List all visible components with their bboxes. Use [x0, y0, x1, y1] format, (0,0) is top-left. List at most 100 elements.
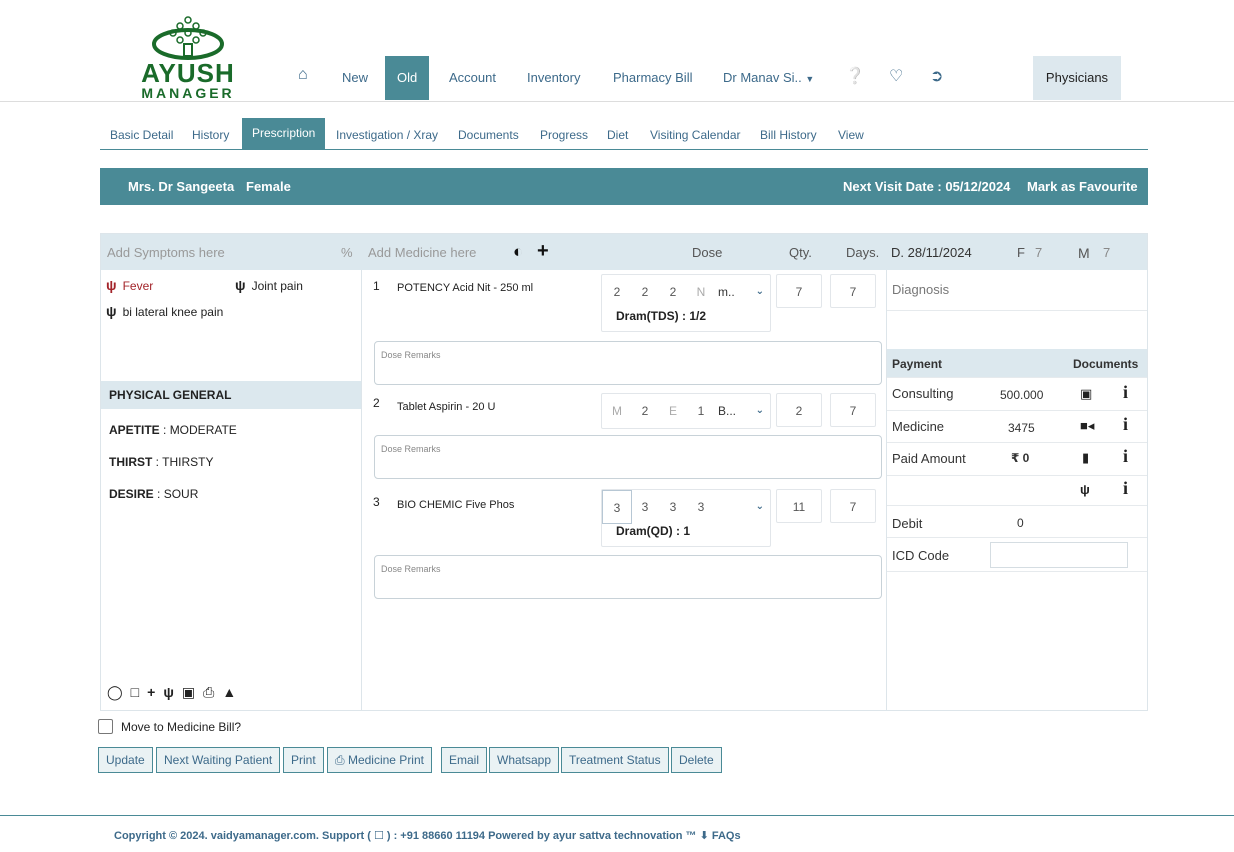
- mark-favourite-link[interactable]: Mark as Favourite: [1027, 179, 1138, 194]
- logo-subtitle: MANAGER: [141, 85, 235, 101]
- move-to-bill-checkbox[interactable]: [98, 719, 113, 734]
- tab-investigation[interactable]: Investigation / Xray: [336, 121, 438, 149]
- nav-new[interactable]: New: [342, 56, 368, 100]
- symptom-knee-pain[interactable]: ψ bi lateral knee pain: [106, 303, 223, 319]
- dose-remarks-input[interactable]: Dose Remarks: [374, 341, 882, 385]
- info-icon[interactable]: i: [1123, 414, 1128, 435]
- days-input[interactable]: 7: [830, 393, 876, 427]
- fork-knife-icon[interactable]: ψ: [1080, 482, 1090, 497]
- qty-input[interactable]: 11: [776, 489, 822, 523]
- dose-evening[interactable]: 3: [662, 490, 684, 524]
- comment-icon[interactable]: ◯: [107, 684, 123, 700]
- tab-bill-history[interactable]: Bill History: [760, 121, 817, 149]
- email-button[interactable]: Email: [441, 747, 488, 773]
- visit-date: D. 28/11/2024: [891, 245, 972, 260]
- consulting-value[interactable]: 500.000: [1000, 388, 1047, 402]
- physical-general-header: PHYSICAL GENERAL: [101, 381, 361, 409]
- delete-button[interactable]: Delete: [671, 747, 722, 773]
- toggle-icon[interactable]: ◐: [513, 242, 523, 262]
- tab-view[interactable]: View: [838, 121, 864, 149]
- tab-visiting-calendar[interactable]: Visiting Calendar: [650, 121, 741, 149]
- physicians-button[interactable]: Physicians: [1033, 56, 1121, 100]
- info-icon[interactable]: i: [1123, 382, 1128, 403]
- dose-evening[interactable]: 2: [662, 275, 684, 309]
- icd-code-input[interactable]: [990, 542, 1128, 568]
- move-to-bill-label: Move to Medicine Bill?: [121, 720, 242, 734]
- dose-night[interactable]: 1: [690, 394, 712, 428]
- dose-unit-select[interactable]: m.. ⌄: [714, 275, 770, 309]
- tab-documents[interactable]: Documents: [458, 121, 519, 149]
- symptom-fever[interactable]: ψ Fever: [106, 277, 153, 293]
- stethoscope-icon: ψ: [235, 277, 246, 293]
- symptoms-input[interactable]: Add Symptoms here: [107, 245, 225, 260]
- update-button[interactable]: Update: [98, 747, 153, 773]
- bell-icon[interactable]: ♡: [889, 66, 903, 86]
- tab-prescription[interactable]: Prescription: [242, 118, 326, 149]
- days-input[interactable]: 7: [830, 274, 876, 308]
- dose-summary: Dram(TDS) : 1/2: [616, 309, 707, 323]
- prescription-header: Add Symptoms here % Add Medicine here ◐ …: [101, 234, 1147, 270]
- days-input[interactable]: 7: [830, 489, 876, 523]
- app-logo[interactable]: AYUSH MANAGER: [118, 14, 258, 100]
- nav-inventory[interactable]: Inventory: [527, 56, 580, 100]
- plus-icon[interactable]: +: [147, 684, 155, 700]
- dose-night[interactable]: N: [690, 275, 712, 309]
- stethoscope-icon[interactable]: ψ: [163, 684, 174, 700]
- tab-progress[interactable]: Progress: [540, 121, 588, 149]
- dose-afternoon[interactable]: 2: [634, 394, 656, 428]
- tab-history[interactable]: History: [192, 121, 229, 149]
- dose-afternoon[interactable]: 2: [634, 275, 656, 309]
- dose-remarks-input[interactable]: Dose Remarks: [374, 435, 882, 479]
- dose-morning[interactable]: 3: [602, 490, 632, 524]
- dose-afternoon[interactable]: 3: [634, 490, 656, 524]
- info-icon[interactable]: i: [1123, 446, 1128, 467]
- medicine-number: 3: [373, 495, 380, 509]
- video-icon[interactable]: ■◂: [1080, 418, 1094, 434]
- nav-pharmacy-bill[interactable]: Pharmacy Bill: [613, 56, 692, 100]
- pg-value: THIRSTY: [162, 455, 214, 469]
- document-icon[interactable]: ▮: [1082, 450, 1089, 466]
- dose-summary: Dram(QD) : 1: [616, 524, 691, 538]
- symptom-joint-pain[interactable]: ψ Joint pain: [235, 277, 303, 293]
- info-icon[interactable]: i: [1123, 478, 1128, 499]
- image-icon[interactable]: ▣: [182, 684, 195, 700]
- dose-morning[interactable]: 2: [606, 275, 628, 309]
- dose-evening[interactable]: E: [662, 394, 684, 428]
- tab-basic-detail[interactable]: Basic Detail: [110, 121, 173, 149]
- dose-unit-select[interactable]: B... ⌄: [714, 394, 770, 428]
- dose-unit-select[interactable]: ⌄: [714, 490, 770, 524]
- prescription-panel: Add Symptoms here % Add Medicine here ◐ …: [100, 233, 1148, 711]
- diagnosis-input[interactable]: Diagnosis: [887, 271, 1147, 311]
- help-icon[interactable]: ❔: [845, 66, 865, 86]
- nav-doctor-dropdown[interactable]: Dr Manav Si.. ▼: [723, 56, 814, 100]
- print-button[interactable]: Print: [283, 747, 324, 773]
- qty-input[interactable]: 2: [776, 393, 822, 427]
- medicine-print-button[interactable]: ⎙ Medicine Print: [327, 747, 432, 773]
- next-visit-date: Next Visit Date : 05/12/2024: [843, 179, 1011, 194]
- add-medicine-icon[interactable]: +: [537, 240, 549, 263]
- nav-account[interactable]: Account: [449, 56, 496, 100]
- dose-morning[interactable]: M: [606, 394, 628, 428]
- nav-old[interactable]: Old: [385, 56, 430, 100]
- tree-icon[interactable]: ▲: [222, 684, 236, 700]
- treatment-status-button[interactable]: Treatment Status: [561, 747, 669, 773]
- f-value: 7: [1035, 245, 1043, 260]
- logout-icon[interactable]: ➲: [930, 66, 943, 86]
- whatsapp-button[interactable]: Whatsapp: [489, 747, 560, 773]
- paid-value: ₹ 0: [1011, 451, 1030, 465]
- note-icon[interactable]: □: [131, 684, 139, 700]
- footer-text: Copyright © 2024. vaidyamanager.com. Sup…: [114, 830, 741, 842]
- tab-diet[interactable]: Diet: [607, 121, 628, 149]
- dose-header: Dose: [692, 245, 723, 260]
- qty-input[interactable]: 7: [776, 274, 822, 308]
- symptom-label: bi lateral knee pain: [122, 305, 224, 319]
- medicine-input[interactable]: Add Medicine here: [368, 245, 476, 260]
- dose-remarks-input[interactable]: Dose Remarks: [374, 555, 882, 599]
- dose-unit: m..: [718, 285, 735, 299]
- print-icon[interactable]: ⎙: [203, 684, 214, 700]
- dose-night[interactable]: 3: [690, 490, 712, 524]
- next-patient-button[interactable]: Next Waiting Patient: [156, 747, 281, 773]
- medicine-name: BIO CHEMIC Five Phos: [397, 499, 515, 511]
- home-icon[interactable]: ⌂: [298, 66, 308, 84]
- image-icon[interactable]: ▣: [1080, 386, 1092, 402]
